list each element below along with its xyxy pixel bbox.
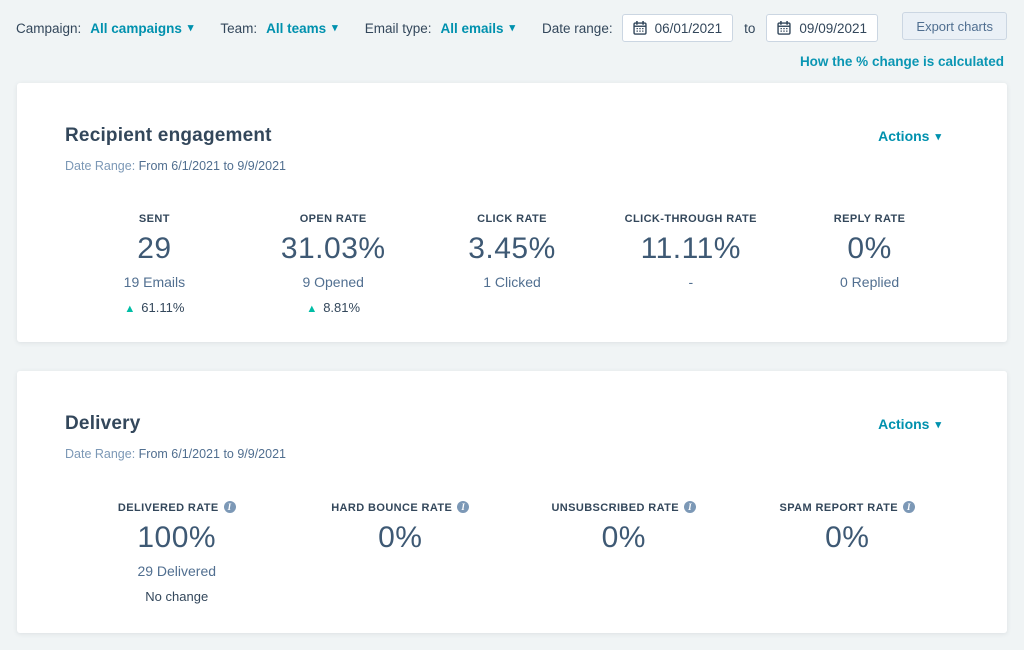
card-date-range-text: From 6/1/2021 to 9/9/2021 bbox=[139, 159, 286, 173]
delivery-card: Delivery Actions Date Range: From 6/1/20… bbox=[17, 371, 1007, 633]
metric-change bbox=[289, 565, 513, 580]
info-icon[interactable] bbox=[457, 501, 469, 513]
metric-label-text: UNSUBSCRIBED RATE bbox=[551, 502, 679, 514]
metric-sub: 0 Replied bbox=[780, 274, 959, 290]
metric-value: 31.03% bbox=[244, 232, 423, 266]
metric-sub: 29 Delivered bbox=[65, 563, 289, 579]
team-filter-label: Team: bbox=[220, 21, 257, 36]
campaign-filter: Campaign: All campaigns bbox=[16, 21, 193, 36]
metric-label-text: SPAM REPORT RATE bbox=[780, 502, 898, 514]
card-date-range: Date Range: From 6/1/2021 to 9/9/2021 bbox=[65, 447, 959, 461]
team-filter: Team: All teams bbox=[220, 21, 337, 36]
delivery-metrics-row: DELIVERED RATE 100% 29 Delivered No chan… bbox=[65, 501, 959, 604]
date-end-value: 09/09/2021 bbox=[799, 21, 867, 36]
metric-value: 0% bbox=[289, 521, 513, 555]
info-icon[interactable] bbox=[903, 501, 915, 513]
actions-dropdown[interactable]: Actions bbox=[878, 128, 941, 144]
email-type-filter-label: Email type: bbox=[365, 21, 432, 36]
campaign-filter-dropdown[interactable]: All campaigns bbox=[90, 21, 193, 36]
metric-value: 3.45% bbox=[423, 232, 602, 266]
date-start-input[interactable]: 06/01/2021 bbox=[622, 14, 734, 42]
filter-bar: Campaign: All campaigns Team: All teams … bbox=[16, 13, 894, 43]
actions-dropdown[interactable]: Actions bbox=[878, 416, 941, 432]
recipient-engagement-card: Recipient engagement Actions Date Range:… bbox=[17, 83, 1007, 342]
metric-change bbox=[601, 300, 780, 315]
export-charts-button[interactable]: Export charts bbox=[902, 12, 1007, 40]
team-filter-dropdown[interactable]: All teams bbox=[266, 21, 338, 36]
metric-value: 29 bbox=[65, 232, 244, 266]
metric-click-rate: CLICK RATE 3.45% 1 Clicked bbox=[423, 213, 602, 315]
metric-label: SENT bbox=[65, 213, 244, 225]
metric-hard-bounce-rate: HARD BOUNCE RATE 0% bbox=[289, 501, 513, 604]
metric-label: DELIVERED RATE bbox=[65, 501, 289, 514]
metric-label: CLICK RATE bbox=[423, 213, 602, 225]
metric-value: 11.11% bbox=[601, 232, 780, 266]
metric-change: No change bbox=[65, 589, 289, 604]
metric-change: ▲ 61.11% bbox=[65, 300, 244, 315]
card-date-range-label: Date Range: bbox=[65, 159, 135, 173]
calendar-icon bbox=[777, 21, 791, 35]
metric-label: UNSUBSCRIBED RATE bbox=[512, 501, 736, 514]
metric-value: 0% bbox=[736, 521, 960, 555]
metric-label: OPEN RATE bbox=[244, 213, 423, 225]
metric-sub: 19 Emails bbox=[65, 274, 244, 290]
trend-up-icon: ▲ bbox=[124, 303, 135, 315]
campaign-filter-label: Campaign: bbox=[16, 21, 81, 36]
engagement-metrics-row: SENT 29 19 Emails ▲ 61.11% OPEN RATE 31.0… bbox=[65, 213, 959, 315]
card-header: Delivery Actions bbox=[65, 413, 959, 435]
metric-change bbox=[736, 565, 960, 580]
metric-change bbox=[423, 300, 602, 315]
metric-label: HARD BOUNCE RATE bbox=[289, 501, 513, 514]
metric-label-text: DELIVERED RATE bbox=[118, 502, 219, 514]
metric-label: CLICK-THROUGH RATE bbox=[601, 213, 780, 225]
email-type-filter: Email type: All emails bbox=[365, 21, 515, 36]
email-type-filter-dropdown[interactable]: All emails bbox=[440, 21, 515, 36]
info-icon[interactable] bbox=[224, 501, 236, 513]
metric-open-rate: OPEN RATE 31.03% 9 Opened ▲ 8.81% bbox=[244, 213, 423, 315]
card-date-range-text: From 6/1/2021 to 9/9/2021 bbox=[139, 447, 286, 461]
metric-label-text: HARD BOUNCE RATE bbox=[331, 502, 452, 514]
date-range-filter-label: Date range: bbox=[542, 21, 613, 36]
metric-change bbox=[512, 565, 736, 580]
metric-sub: 9 Opened bbox=[244, 274, 423, 290]
metric-label: REPLY RATE bbox=[780, 213, 959, 225]
date-end-input[interactable]: 09/09/2021 bbox=[766, 14, 878, 42]
date-range-to-label: to bbox=[744, 21, 755, 36]
metric-sent: SENT 29 19 Emails ▲ 61.11% bbox=[65, 213, 244, 315]
pct-change-calculation-link[interactable]: How the % change is calculated bbox=[800, 54, 1004, 69]
card-title: Delivery bbox=[65, 413, 141, 435]
metric-sub: - bbox=[601, 274, 780, 290]
card-date-range-label: Date Range: bbox=[65, 447, 135, 461]
metric-spam-report-rate: SPAM REPORT RATE 0% bbox=[736, 501, 960, 604]
date-start-value: 06/01/2021 bbox=[655, 21, 723, 36]
date-range-filter: Date range: 06/01/2021 to bbox=[542, 14, 878, 42]
metric-unsubscribed-rate: UNSUBSCRIBED RATE 0% bbox=[512, 501, 736, 604]
metric-click-through-rate: CLICK-THROUGH RATE 11.11% - bbox=[601, 213, 780, 315]
metric-change bbox=[780, 300, 959, 315]
trend-up-icon: ▲ bbox=[306, 303, 317, 315]
metric-change-text: 61.11% bbox=[141, 300, 184, 315]
calendar-icon bbox=[633, 21, 647, 35]
metric-value: 0% bbox=[780, 232, 959, 266]
card-date-range: Date Range: From 6/1/2021 to 9/9/2021 bbox=[65, 159, 959, 173]
metric-sub: 1 Clicked bbox=[423, 274, 602, 290]
metric-value: 0% bbox=[512, 521, 736, 555]
metric-reply-rate: REPLY RATE 0% 0 Replied bbox=[780, 213, 959, 315]
metric-change-text: 8.81% bbox=[323, 300, 360, 315]
card-header: Recipient engagement Actions bbox=[65, 125, 959, 147]
metric-value: 100% bbox=[65, 521, 289, 555]
metric-label: SPAM REPORT RATE bbox=[736, 501, 960, 514]
metric-change: ▲ 8.81% bbox=[244, 300, 423, 315]
info-icon[interactable] bbox=[684, 501, 696, 513]
card-title: Recipient engagement bbox=[65, 125, 272, 147]
metric-delivered-rate: DELIVERED RATE 100% 29 Delivered No chan… bbox=[65, 501, 289, 604]
